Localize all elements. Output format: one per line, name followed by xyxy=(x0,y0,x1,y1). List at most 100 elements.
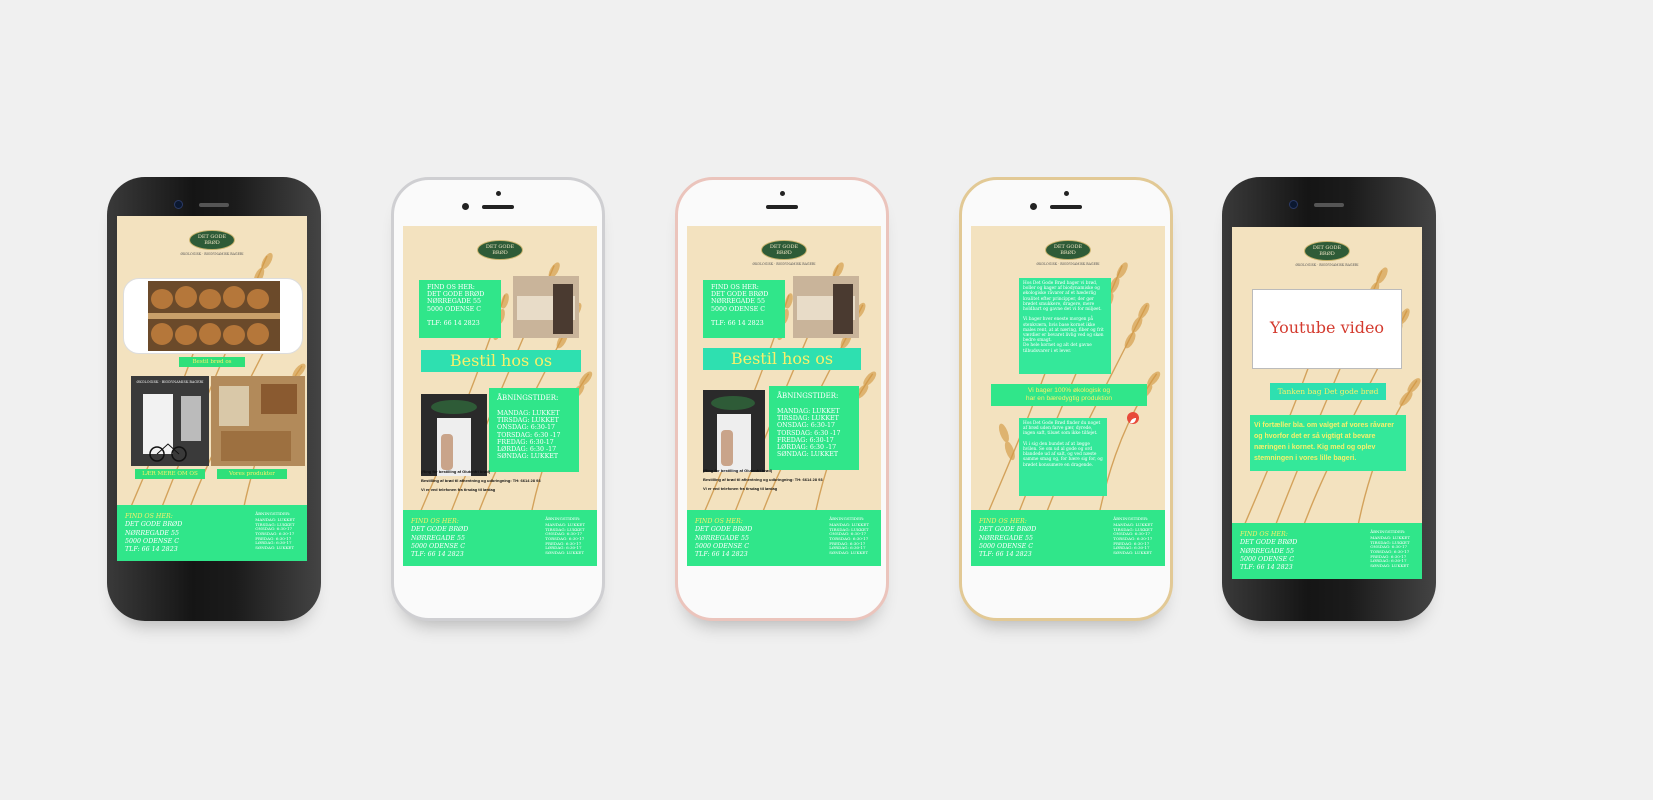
speaker-icon xyxy=(1314,203,1344,207)
youtube-video-embed[interactable]: Youtube video xyxy=(1252,289,1402,369)
organic-banner: Vi bager 100% økologisk og har en bæredy… xyxy=(991,384,1147,406)
footer-find-label: FIND OS HER: xyxy=(125,513,173,520)
find-us-text: FIND OS HER: DET GODE BRØD NØRREGADE 55 … xyxy=(427,284,485,328)
learn-more-button[interactable]: LÆR MERE OM OS xyxy=(135,469,205,479)
find-us-box: FIND OS HER: DET GODE BRØD NØRREGADE 55 … xyxy=(419,280,501,338)
phone-hours-note: Vi er ved telefonen fra tirsdag til lørd… xyxy=(703,486,778,491)
info-box: Vi fortæller bla. om valget af vores råv… xyxy=(1250,415,1406,471)
footer-hours: MANDAG: LUKKET TIRSDAG: LUKKET ONSDAG: 6… xyxy=(255,517,295,550)
footer-street: NØRREGADE 55 xyxy=(695,534,749,542)
thoughts-button[interactable]: Tanken bag Det gode brød xyxy=(1270,383,1386,400)
brand-tagline: ØKOLOGISK · BIODYNAMISK BAGERI xyxy=(1036,262,1100,266)
bread-shelf-photo xyxy=(123,278,303,354)
footer-name: DET GODE BRØD xyxy=(1240,539,1298,547)
footer: FIND OS HER: DET GODE BRØD NØRREGADE 55 … xyxy=(1232,523,1422,579)
bakery-interior-photo xyxy=(211,376,305,466)
opening-hours-list: MANDAG: LUKKET TIRSDAG: LUKKET ONSDAG: 6… xyxy=(777,408,841,459)
brand-logo[interactable]: DET GODE BRØD xyxy=(761,240,807,260)
opening-hours-list: MANDAG: LUKKET TIRSDAG: LUKKET ONSDAG: 6… xyxy=(497,410,561,461)
footer-find-label: FIND OS HER: xyxy=(695,518,743,525)
brand-logo[interactable]: DET GODE BRØD xyxy=(1045,240,1091,260)
footer-hours: MANDAG: LUKKET TIRSDAG: LUKKET ONSDAG: 6… xyxy=(829,522,869,555)
ingredients-text: Hos Det Gode Brød finder du noget af brø… xyxy=(1023,421,1103,468)
footer-find-label: FIND OS HER: xyxy=(1240,531,1288,538)
brand-logo[interactable]: DET GODE BRØD xyxy=(189,230,235,250)
brand-tagline: ØKOLOGISK · BIODYNAMISK BAGERI xyxy=(180,252,244,256)
speaker-icon xyxy=(199,203,229,207)
organic-banner-text: Vi bager 100% økologisk og har en bæredy… xyxy=(1025,387,1113,402)
footer-name: DET GODE BRØD xyxy=(125,521,183,529)
footer-city: 5000 ODENSE C xyxy=(125,537,180,545)
footer-phone[interactable]: TLF: 66 14 2823 xyxy=(695,551,752,559)
brand-logo[interactable]: DET GODE BRØD xyxy=(477,240,523,260)
order-button[interactable]: Bestil brød os xyxy=(179,357,245,367)
order-phone-note: Bestilling af brød til afhentning og udb… xyxy=(703,477,823,482)
footer-phone[interactable]: TLF: 66 14 2823 xyxy=(125,546,182,554)
footer-find-label: FIND OS HER: xyxy=(411,518,459,525)
opening-hours-title: ÅBNINGSTIDER: xyxy=(777,392,839,400)
about-text: Hos Det Gode Brød bager vi brød, boller … xyxy=(1023,281,1104,354)
opening-hours-box: ÅBNINGSTIDER: MANDAG: LUKKET TIRSDAG: LU… xyxy=(489,388,579,472)
footer: FIND OS HER: DET GODE BRØD NØRREGADE 55 … xyxy=(687,510,881,566)
footer-hours: MANDAG: LUKKET TIRSDAG: LUKKET ONSDAG: 6… xyxy=(545,522,585,555)
bakery-work-photo xyxy=(513,276,579,338)
phone-mockup-4: DET GODE BRØD ØKOLOGISK · BIODYNAMISK BA… xyxy=(959,177,1173,621)
gluten-note: (Ring for bestilling af Glutenfri brød) xyxy=(421,469,491,474)
camera-icon xyxy=(1289,200,1298,209)
camera-icon xyxy=(462,203,469,210)
footer-street: NØRREGADE 55 xyxy=(979,534,1033,542)
about-text-box: Hos Det Gode Brød bager vi brød, boller … xyxy=(1019,278,1111,374)
ingredients-text-box: Hos Det Gode Brød finder du noget af brø… xyxy=(1019,418,1107,496)
brand-tagline: ØKOLOGISK · BIODYNAMISK BAGERI xyxy=(1295,263,1359,267)
phone-mockup-3: DET GODE BRØD ØKOLOGISK · BIODYNAMISK BA… xyxy=(675,177,889,621)
order-banner[interactable]: Bestil hos os xyxy=(421,350,581,372)
footer-street: NØRREGADE 55 xyxy=(411,534,465,542)
camera-icon xyxy=(174,200,183,209)
opening-hours-title: ÅBNINGSTIDER: xyxy=(497,394,559,402)
sensor-dot xyxy=(1063,191,1069,196)
footer-city: 5000 ODENSE C xyxy=(1240,555,1295,563)
footer-hours-title: ÅBNINGSTIDER: xyxy=(255,511,291,516)
footer-phone[interactable]: TLF: 66 14 2823 xyxy=(1240,564,1297,572)
footer-hours-title: ÅBNINGSTIDER: xyxy=(545,516,581,521)
phone-screen: DET GODE BRØD ØKOLOGISK · BIODYNAMISK BA… xyxy=(687,226,881,566)
products-button[interactable]: Vores produkter xyxy=(217,469,287,479)
bakery-work-photo xyxy=(793,276,859,338)
footer: FIND OS HER: DET GODE BRØD NØRREGADE 55 … xyxy=(403,510,597,566)
footer-street: NØRREGADE 55 xyxy=(125,529,179,537)
footer-hours-title: ÅBNINGSTIDER: xyxy=(829,516,865,521)
footer-name: DET GODE BRØD xyxy=(411,526,469,534)
sensor-dot xyxy=(779,191,785,196)
phone-screen: DET GODE BRØD ØKOLOGISK · BIODYNAMISK BA… xyxy=(1232,227,1422,579)
order-banner[interactable]: Bestil hos os xyxy=(703,348,861,370)
opening-hours-box: ÅBNINGSTIDER: MANDAG: LUKKET TIRSDAG: LU… xyxy=(769,386,859,470)
footer: FIND OS HER: DET GODE BRØD NØRREGADE 55 … xyxy=(117,505,307,561)
youtube-video-label: Youtube video xyxy=(1269,318,1385,337)
find-us-box: FIND OS HER: DET GODE BRØD NØRREGADE 55 … xyxy=(703,280,785,338)
phone-screen: DET GODE BRØD ØKOLOGISK · BIODYNAMISK BA… xyxy=(117,216,307,561)
camera-icon xyxy=(1030,203,1037,210)
footer-street: NØRREGADE 55 xyxy=(1240,547,1294,555)
footer: FIND OS HER: DET GODE BRØD NØRREGADE 55 … xyxy=(971,510,1165,566)
speaker-icon xyxy=(482,205,514,209)
find-us-text: FIND OS HER: DET GODE BRØD NØRREGADE 55 … xyxy=(711,284,769,328)
phone-screen: DET GODE BRØD ØKOLOGISK · BIODYNAMISK BA… xyxy=(971,226,1165,566)
footer-phone[interactable]: TLF: 66 14 2823 xyxy=(979,551,1036,559)
speaker-icon xyxy=(766,205,798,209)
footer-hours: MANDAG: LUKKET TIRSDAG: LUKKET ONSDAG: 6… xyxy=(1113,522,1153,555)
footer-name: DET GODE BRØD xyxy=(695,526,753,534)
bakery-door-photo xyxy=(703,390,765,472)
sensor-dot xyxy=(495,191,501,196)
footer-phone[interactable]: TLF: 66 14 2823 xyxy=(411,551,468,559)
phone-mockup-2: DET GODE BRØD FIND OS HER: DET GODE BRØD… xyxy=(391,177,605,621)
footer-city: 5000 ODENSE C xyxy=(411,542,466,550)
footer-hours: MANDAG: LUKKET TIRSDAG: LUKKET ONSDAG: 6… xyxy=(1370,535,1410,568)
phone-mockup-1: DET GODE BRØD ØKOLOGISK · BIODYNAMISK BA… xyxy=(107,177,321,621)
footer-hours-title: ÅBNINGSTIDER: xyxy=(1370,529,1406,534)
bakery-storefront-photo: ØKOLOGISK · BIODYNAMISK BAGERI xyxy=(131,376,209,466)
organic-leaf-icon xyxy=(1127,412,1139,424)
footer-hours-title: ÅBNINGSTIDER: xyxy=(1113,516,1149,521)
gluten-note: (Ring for bestilling af Glutenfri brød) xyxy=(703,468,773,473)
brand-logo[interactable]: DET GODE BRØD xyxy=(1304,241,1350,261)
phone-hours-note: Vi er ved telefonen fra tirsdag til lørd… xyxy=(421,487,496,492)
